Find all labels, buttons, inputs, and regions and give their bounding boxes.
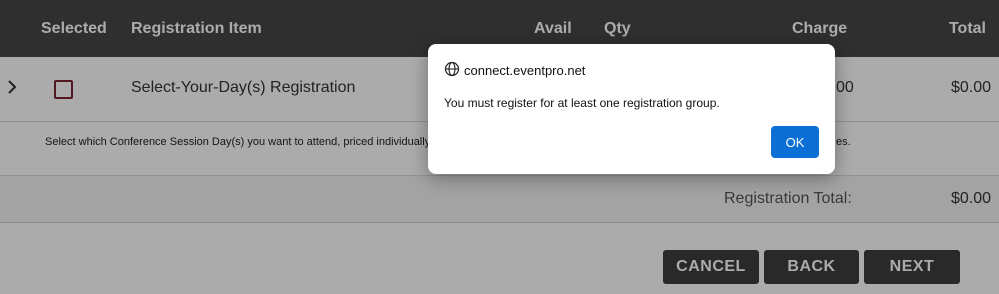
globe-icon (444, 61, 460, 77)
dialog-origin: connect.eventpro.net (464, 63, 586, 78)
alert-dialog: connect.eventpro.net You must register f… (428, 44, 835, 174)
ok-button[interactable]: OK (771, 126, 819, 158)
dialog-message: You must register for at least one regis… (444, 96, 720, 110)
